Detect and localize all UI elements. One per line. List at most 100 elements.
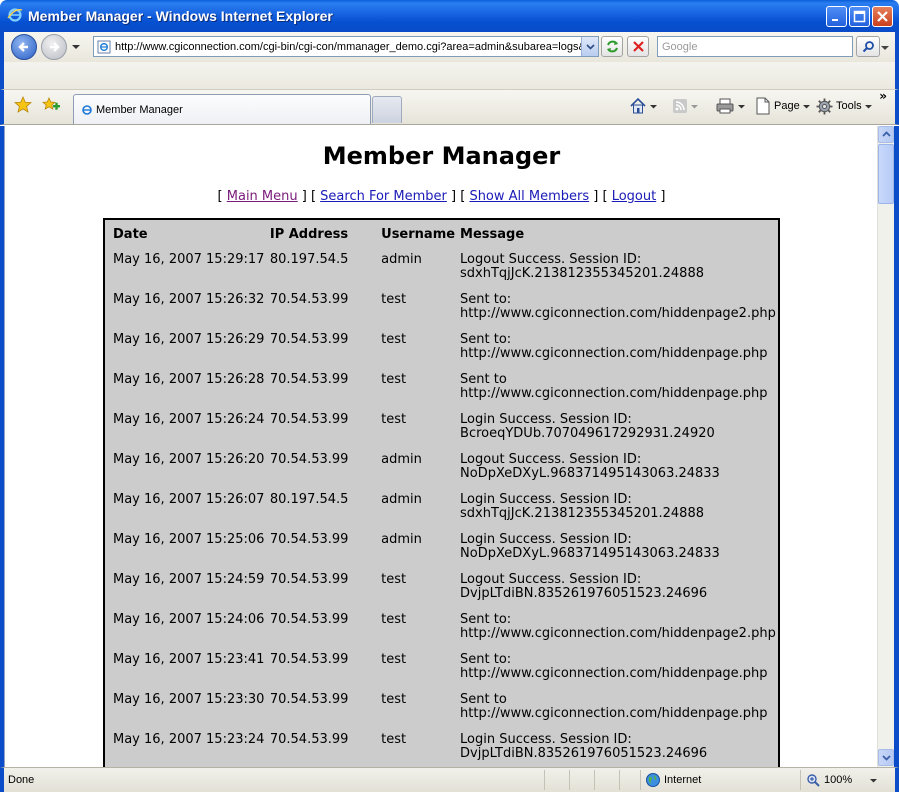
address-dropdown-button[interactable] (581, 37, 598, 56)
logout-link[interactable]: Logout (612, 189, 657, 204)
recent-pages-dropdown-icon[interactable] (71, 42, 81, 52)
chevron-down-icon (691, 104, 698, 108)
cell-message: Sent to: http://www.cgiconnection.com/hid… (460, 333, 778, 373)
status-divider (800, 770, 801, 790)
chevron-down-icon (870, 778, 878, 782)
table-row: May 16, 2007 15:23:30 70.54.53.99 test Sent… (113, 693, 778, 733)
close-window-button[interactable] (872, 6, 893, 27)
page-viewport: Member Manager [ Main Menu ] [ Search Fo… (4, 126, 877, 767)
message-detail: http://www.cgiconnection.com/hiddenpage2… (460, 306, 776, 321)
toolbar-overflow-icon[interactable]: » (879, 89, 887, 103)
message-detail: http://www.cgiconnection.com/hiddenpage.… (460, 346, 768, 361)
table-row: May 16, 2007 15:26:28 70.54.53.99 test Sent… (113, 373, 778, 413)
status-divider (569, 770, 570, 790)
status-divider (594, 770, 595, 790)
back-arrow-icon (18, 42, 28, 52)
page-icon (82, 105, 92, 115)
main-menu-link[interactable]: Main Menu (227, 189, 298, 204)
cell-ip-address: 70.54.53.99 (269, 412, 349, 427)
refresh-button[interactable] (601, 36, 623, 57)
zoom-control[interactable]: 100% (806, 771, 878, 789)
cell-username: test (381, 332, 407, 347)
tab-member-manager[interactable]: Member Manager (73, 94, 371, 124)
message-detail: BcroeqYDUb.707049617292931.24920 (460, 426, 715, 441)
table-row: May 16, 2007 15:26:29 70.54.53.99 test Sent… (113, 333, 778, 373)
search-placeholder: Google (662, 41, 698, 53)
cell-ip-address: 80.197.54.5 (269, 252, 349, 267)
cell-username: test (381, 572, 407, 587)
show-all-members-link[interactable]: Show All Members (469, 189, 589, 204)
add-to-favorites-icon[interactable] (41, 95, 61, 115)
message-detail: http://www.cgiconnection.com/hiddenpage.… (460, 386, 768, 401)
cell-username: admin (381, 252, 422, 267)
forward-arrow-icon (50, 42, 60, 52)
vertical-scrollbar[interactable] (877, 126, 894, 767)
cell-username: admin (381, 532, 422, 547)
message-detail: http://www.cgiconnection.com/hiddenpage2… (460, 626, 776, 641)
maximize-icon (853, 10, 866, 23)
message-line: Login Success. Session ID: (460, 532, 632, 547)
cell-date: May 16, 2007 15:26:20 (113, 452, 265, 467)
cell-message: Sent to http://www.cgiconnection.com/hidd… (460, 693, 778, 733)
page-title: Member Manager (322, 142, 561, 170)
cell-ip-address: 70.54.53.99 (269, 372, 349, 387)
table-row: May 16, 2007 15:24:06 70.54.53.99 test Sent… (113, 613, 778, 653)
stop-button[interactable] (627, 36, 649, 57)
cell-username: test (381, 292, 407, 307)
cell-message: Sent to: http://www.cgiconnection.com/hid… (460, 613, 778, 653)
message-line: Logout Success. Session ID: (460, 252, 642, 267)
toolbar-band (0, 62, 899, 90)
table-row: May 16, 2007 15:26:07 80.197.54.5 admin Log… (113, 493, 778, 533)
table-header-row: Date IP Address Username Message (113, 227, 778, 253)
cell-date: May 16, 2007 15:29:17 (113, 252, 265, 267)
cell-date: May 16, 2007 15:24:59 (113, 572, 265, 587)
log-table: Date IP Address Username Message May 16,… (113, 227, 778, 767)
search-options-dropdown-icon[interactable] (881, 44, 889, 52)
message-detail: sdxhTqjJcK.213812355345201.24888 (460, 266, 704, 281)
internet-explorer-icon (7, 8, 23, 22)
cell-ip-address: 70.54.53.99 (269, 532, 349, 547)
minimize-button[interactable] (826, 6, 847, 27)
cell-ip-address: 70.54.53.99 (269, 452, 349, 467)
nav-links: [ Main Menu ] [ Search For Member ] [ Sh… (217, 189, 666, 204)
search-input[interactable]: Google (657, 36, 853, 57)
cell-date: May 16, 2007 15:25:06 (113, 532, 265, 547)
cell-date: May 16, 2007 15:23:30 (113, 692, 265, 707)
cell-ip-address: 70.54.53.99 (269, 732, 349, 747)
tools-menu-button[interactable]: Tools (816, 96, 872, 116)
log-table-container: Date IP Address Username Message May 16,… (103, 218, 780, 767)
search-icon (862, 41, 874, 53)
zoom-icon (807, 774, 820, 787)
scroll-thumb[interactable] (878, 144, 894, 204)
chevron-down-icon (585, 44, 595, 50)
cell-date: May 16, 2007 15:26:32 (113, 292, 265, 307)
address-bar[interactable]: http://www.cgiconnection.com/cgi-bin/cgi… (93, 36, 599, 57)
chevron-down-icon (881, 755, 891, 761)
cell-message: Login Success. Session ID: BcroeqYDUb.707… (460, 413, 778, 453)
cell-message: Logout Success. Session ID: DvjpLTdiBN.83… (460, 573, 778, 613)
url-text[interactable]: http://www.cgiconnection.com/cgi-bin/cgi… (115, 41, 586, 53)
cell-message: Sent to http://www.cgiconnection.com/hidd… (460, 373, 778, 413)
favorites-star-icon[interactable] (13, 95, 33, 115)
table-row: May 16, 2007 15:26:32 70.54.53.99 test Sent… (113, 293, 778, 333)
minimize-icon (832, 19, 838, 21)
scroll-up-button[interactable] (878, 126, 894, 143)
cell-message: Logout Success. Session ID: NoDpXeDXyL.96… (460, 453, 778, 493)
maximize-button[interactable] (849, 6, 870, 27)
page-menu-button[interactable]: Page (755, 96, 810, 116)
feeds-button[interactable] (672, 96, 698, 116)
new-tab-button[interactable] (372, 96, 402, 123)
column-header-date: Date (113, 227, 148, 242)
print-button[interactable] (715, 96, 745, 116)
cell-message: Login Success. Session ID: DvjpLTdiBN.835… (460, 733, 778, 767)
back-button[interactable] (11, 34, 37, 60)
search-member-link[interactable]: Search For Member (320, 189, 447, 204)
scroll-down-button[interactable] (878, 749, 894, 766)
forward-button[interactable] (41, 34, 67, 60)
column-header-ip: IP Address (269, 227, 349, 242)
search-button[interactable] (856, 36, 880, 57)
printer-icon (716, 98, 734, 114)
cell-ip-address: 70.54.53.99 (269, 292, 349, 307)
home-button[interactable] (629, 96, 657, 116)
tab-label: Member Manager (96, 104, 183, 116)
